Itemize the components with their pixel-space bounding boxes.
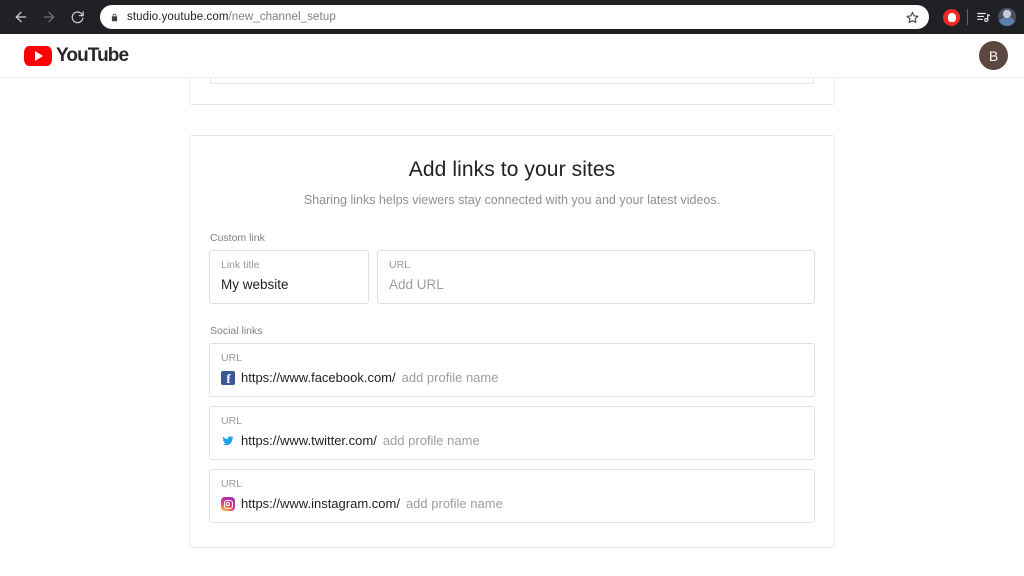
facebook-url-placeholder: add profile name <box>401 370 499 385</box>
twitter-url-label: URL <box>221 415 243 427</box>
custom-link-section-label: Custom link <box>210 232 265 244</box>
toolbar-divider <box>967 9 968 25</box>
page-subtitle: Sharing links helps viewers stay connect… <box>303 193 721 207</box>
facebook-url-prefix: https://www.facebook.com/ <box>241 370 396 385</box>
instagram-url-value: https://www.instagram.com/add profile na… <box>221 495 803 513</box>
add-links-card: Add links to your sites Sharing links he… <box>189 135 835 548</box>
youtube-wordmark: YouTube <box>56 44 129 66</box>
link-title-field[interactable]: Link title My website <box>209 250 369 304</box>
youtube-header: YouTube B <box>0 34 1024 78</box>
twitter-icon <box>221 434 235 448</box>
instagram-url-label: URL <box>221 478 243 490</box>
instagram-url-field[interactable]: URL https://www.instagram.com/add profil… <box>209 469 815 523</box>
twitter-url-prefix: https://www.twitter.com/ <box>241 433 377 448</box>
custom-url-placeholder: Add URL <box>389 277 444 292</box>
custom-url-label: URL <box>389 259 411 271</box>
reading-list-icon[interactable] <box>975 10 991 24</box>
page-body: Add links to your sites Sharing links he… <box>0 78 1024 575</box>
back-arrow-icon[interactable] <box>8 4 34 30</box>
twitter-url-placeholder: add profile name <box>382 433 480 448</box>
link-title-value: My website <box>221 277 289 292</box>
url-text: studio.youtube.com/new_channel_setup <box>127 11 901 23</box>
facebook-icon: f <box>221 371 235 385</box>
previous-card-partial <box>189 78 835 105</box>
custom-link-row: Link title My website URL Add URL <box>209 250 815 304</box>
url-path: /new_channel_setup <box>228 11 336 23</box>
youtube-logo[interactable]: YouTube <box>24 44 129 67</box>
facebook-url-value: f https://www.facebook.com/add profile n… <box>221 369 803 387</box>
extension-icon[interactable] <box>943 8 960 26</box>
star-icon[interactable] <box>901 6 923 28</box>
instagram-url-prefix: https://www.instagram.com/ <box>241 496 400 511</box>
avatar[interactable]: B <box>979 41 1008 70</box>
browser-toolbar: studio.youtube.com/new_channel_setup <box>0 0 1024 34</box>
youtube-play-icon <box>24 45 52 66</box>
instagram-url-placeholder: add profile name <box>405 496 503 511</box>
url-domain: studio.youtube.com <box>127 11 229 23</box>
browser-actions <box>937 8 1016 26</box>
link-title-label: Link title <box>221 259 260 271</box>
instagram-icon <box>221 497 235 511</box>
twitter-url-field[interactable]: URL https://www.twitter.com/add profile … <box>209 406 815 460</box>
address-bar[interactable]: studio.youtube.com/new_channel_setup <box>100 5 929 29</box>
lock-icon <box>110 12 119 23</box>
social-links-section-label: Social links <box>210 325 263 337</box>
facebook-url-label: URL <box>221 352 243 364</box>
content-column: Add links to your sites Sharing links he… <box>189 78 835 575</box>
browser-profile-icon[interactable] <box>998 8 1016 26</box>
facebook-url-field[interactable]: URL f https://www.facebook.com/add profi… <box>209 343 815 397</box>
page-title: Add links to your sites <box>408 158 616 181</box>
previous-card-field-stub[interactable] <box>210 78 814 84</box>
forward-arrow-icon[interactable] <box>36 4 62 30</box>
twitter-url-value: https://www.twitter.com/add profile name <box>221 432 803 450</box>
custom-url-field[interactable]: URL Add URL <box>377 250 815 304</box>
reload-icon[interactable] <box>64 4 90 30</box>
